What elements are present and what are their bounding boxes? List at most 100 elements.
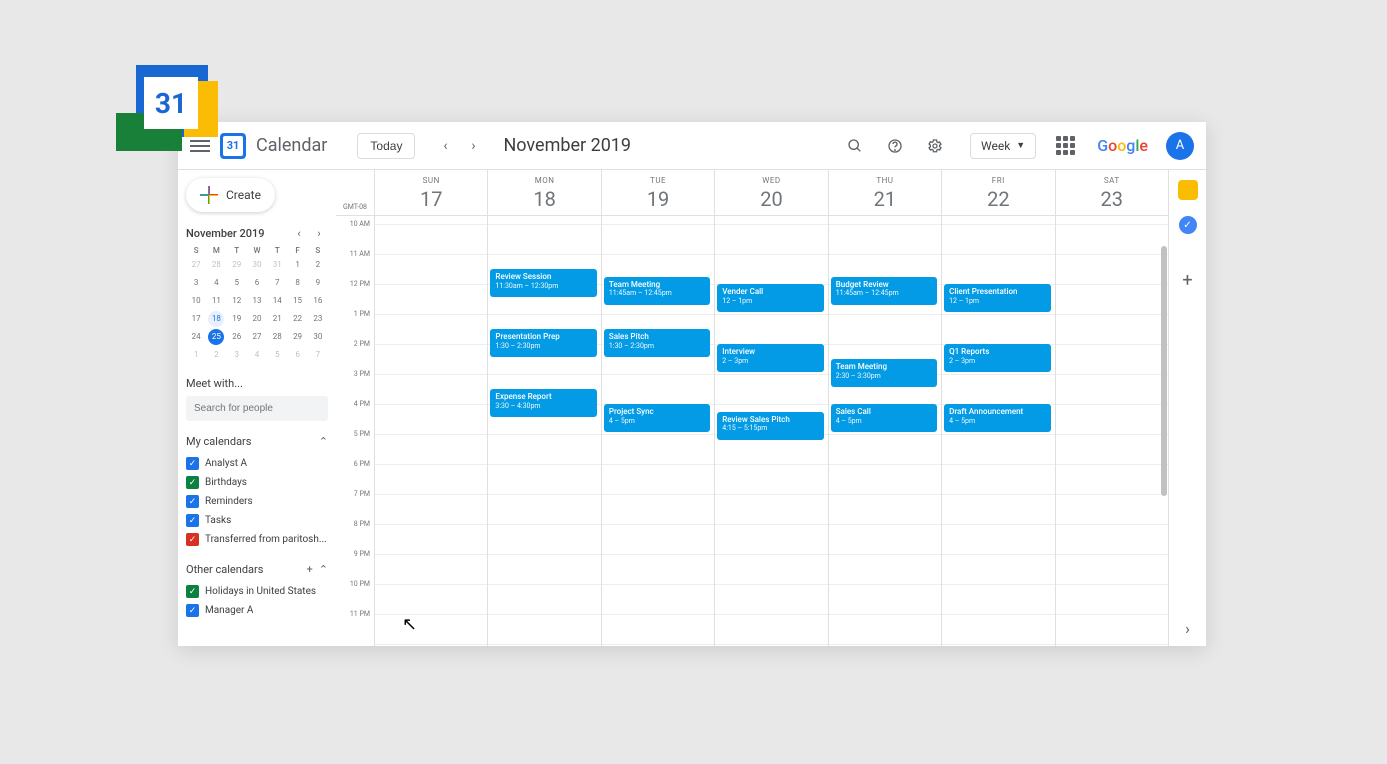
calendar-event[interactable]: Project Sync4 – 5pm [604,404,710,432]
mini-day[interactable]: 8 [290,275,306,291]
mini-day[interactable]: 19 [229,311,245,327]
mini-day[interactable]: 17 [188,311,204,327]
mini-day[interactable]: 5 [269,347,285,363]
calendar-item[interactable]: ✓Reminders [186,492,328,511]
mini-day[interactable]: 28 [269,329,285,345]
mini-day[interactable]: 30 [249,257,265,273]
next-week-button[interactable]: › [461,134,485,158]
day-column[interactable]: Team Meeting11:45am – 12:45pmSales Pitch… [601,216,714,646]
mini-day[interactable]: 7 [310,347,326,363]
mini-day[interactable]: 29 [229,257,245,273]
mini-day[interactable]: 27 [249,329,265,345]
calendar-event[interactable]: Review Sales Pitch4:15 – 5:15pm [717,412,823,440]
get-addons-icon[interactable]: + [1178,270,1198,290]
mini-day[interactable]: 6 [290,347,306,363]
calendar-item[interactable]: ✓Manager A [186,601,328,620]
day-header[interactable]: SAT23 [1055,170,1168,215]
calendar-event[interactable]: Q1 Reports2 – 3pm [944,344,1050,372]
calendar-checkbox[interactable]: ✓ [186,585,199,598]
mini-day[interactable]: 1 [290,257,306,273]
prev-week-button[interactable]: ‹ [433,134,457,158]
calendar-event[interactable]: Vender Call12 – 1pm [717,284,823,312]
calendar-event[interactable]: Interview2 – 3pm [717,344,823,372]
calendar-event[interactable]: Team Meeting2:30 – 3:30pm [831,359,937,387]
my-calendars-header[interactable]: My calendars ⌃ [186,435,328,448]
search-icon[interactable] [840,131,870,161]
day-header[interactable]: MON18 [487,170,600,215]
tasks-icon[interactable] [1179,216,1197,234]
mini-day[interactable]: 15 [290,293,306,309]
search-people-input[interactable] [186,396,328,421]
mini-day[interactable]: 13 [249,293,265,309]
mini-day[interactable]: 9 [310,275,326,291]
calendar-event[interactable]: Client Presentation12 – 1pm [944,284,1050,312]
collapse-panel-icon[interactable]: › [1185,619,1190,638]
other-calendars-header[interactable]: Other calendars + ⌃ [186,563,328,576]
mini-day[interactable]: 16 [310,293,326,309]
calendar-event[interactable]: Review Session11:30am – 12:30pm [490,269,596,297]
calendar-event[interactable]: Draft Announcement4 – 5pm [944,404,1050,432]
mini-day[interactable]: 18 [208,311,224,327]
mini-prev-month[interactable]: ‹ [290,224,308,242]
scrollbar[interactable] [1160,216,1168,646]
mini-day[interactable]: 27 [188,257,204,273]
calendar-event[interactable]: Presentation Prep1:30 – 2:30pm [490,329,596,357]
day-header[interactable]: TUE19 [601,170,714,215]
mini-day[interactable]: 30 [310,329,326,345]
add-calendar-icon[interactable]: + [307,563,313,576]
calendar-checkbox[interactable]: ✓ [186,476,199,489]
day-header[interactable]: THU21 [828,170,941,215]
mini-next-month[interactable]: › [310,224,328,242]
keep-icon[interactable] [1178,180,1198,200]
create-button[interactable]: Create [186,178,275,212]
mini-day[interactable]: 22 [290,311,306,327]
mini-day[interactable]: 4 [249,347,265,363]
day-column[interactable]: Review Session11:30am – 12:30pm Presentat… [487,216,600,646]
google-apps-icon[interactable] [1056,136,1075,155]
calendar-item[interactable]: ✓Birthdays [186,473,328,492]
day-column[interactable]: Client Presentation12 – 1pm Q1 Reports2 –… [941,216,1054,646]
calendar-checkbox[interactable]: ✓ [186,457,199,470]
day-column[interactable]: Vender Call12 – 1pm Interview2 – 3pm Revie… [714,216,827,646]
calendar-event[interactable]: Budget Review11:45am – 12:45pm [831,277,937,305]
mini-day[interactable]: 26 [229,329,245,345]
mini-day[interactable]: 1 [188,347,204,363]
help-icon[interactable] [880,131,910,161]
calendar-item[interactable]: ✓Tasks [186,511,328,530]
mini-day[interactable]: 4 [208,275,224,291]
mini-day[interactable]: 11 [208,293,224,309]
mini-day[interactable]: 20 [249,311,265,327]
mini-day[interactable]: 21 [269,311,285,327]
mini-day[interactable]: 12 [229,293,245,309]
mini-day[interactable]: 14 [269,293,285,309]
mini-day[interactable]: 31 [269,257,285,273]
mini-day[interactable]: 10 [188,293,204,309]
calendar-item[interactable]: ✓Transferred from paritosh... [186,530,328,549]
account-avatar[interactable]: A [1166,132,1194,160]
day-column[interactable]: Budget Review11:45am – 12:45pm Team Meeti… [828,216,941,646]
calendar-event[interactable]: Sales Call4 – 5pm [831,404,937,432]
settings-icon[interactable] [920,131,950,161]
mini-day[interactable]: 25 [208,329,224,345]
mini-day[interactable]: 5 [229,275,245,291]
mini-calendar[interactable]: SMTWTFS272829303112345678910111213141516… [186,246,328,363]
calendar-event[interactable]: Team Meeting11:45am – 12:45pm [604,277,710,305]
mini-day[interactable]: 3 [229,347,245,363]
day-column[interactable] [1055,216,1168,646]
calendar-item[interactable]: ✓Analyst A [186,454,328,473]
mini-day[interactable]: 23 [310,311,326,327]
calendar-event[interactable]: Expense Report3:30 – 4:30pm [490,389,596,417]
calendar-checkbox[interactable]: ✓ [186,514,199,527]
day-header[interactable]: WED20 [714,170,827,215]
view-selector[interactable]: Week ▼ [970,133,1036,159]
mini-day[interactable]: 2 [208,347,224,363]
mini-day[interactable]: 24 [188,329,204,345]
mini-day[interactable]: 6 [249,275,265,291]
day-column[interactable] [374,216,487,646]
calendar-checkbox[interactable]: ✓ [186,495,199,508]
mini-day[interactable]: 28 [208,257,224,273]
calendar-checkbox[interactable]: ✓ [186,533,199,546]
mini-day[interactable]: 7 [269,275,285,291]
mini-day[interactable]: 3 [188,275,204,291]
day-header[interactable]: FRI22 [941,170,1054,215]
